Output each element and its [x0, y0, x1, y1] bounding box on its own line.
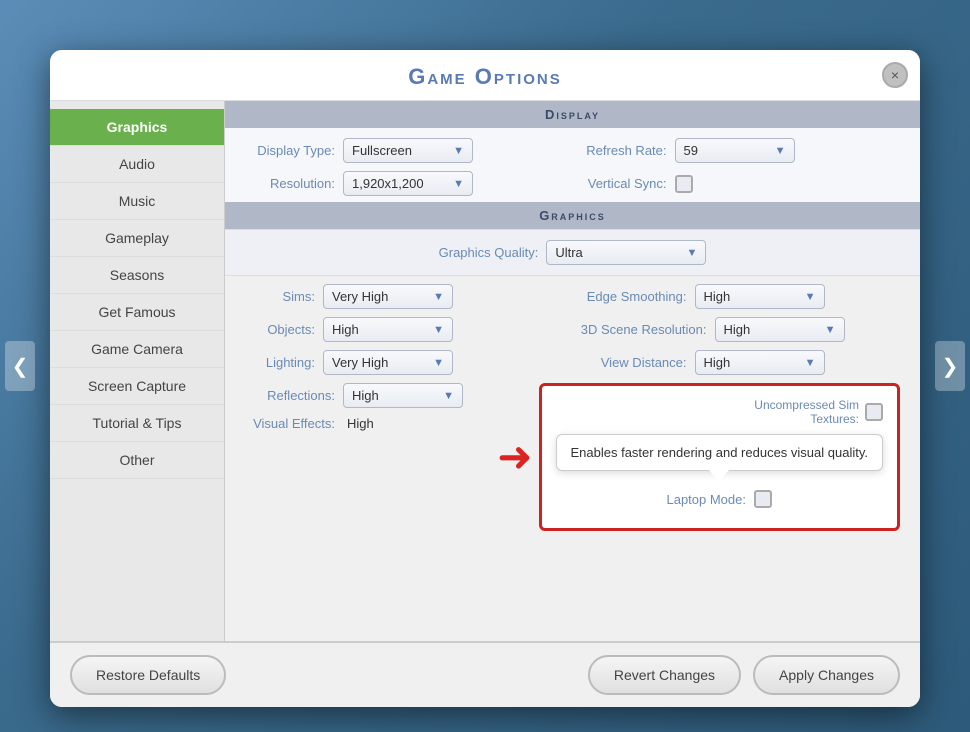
sidebar-item-tutorial-tips[interactable]: Tutorial & Tips [50, 405, 224, 442]
scene-resolution-label: 3D Scene Resolution: [577, 322, 707, 337]
apply-changes-button[interactable]: Apply Changes [753, 655, 900, 695]
reflections-dropdown[interactable]: High ▼ [343, 383, 463, 408]
reflections-setting: Reflections: High ▼ [245, 383, 487, 408]
restore-defaults-button[interactable]: Restore Defaults [70, 655, 226, 695]
dropdown-arrow-icon: ▼ [825, 324, 836, 336]
display-type-dropdown[interactable]: Fullscreen ▼ [343, 138, 473, 163]
objects-dropdown[interactable]: High ▼ [323, 317, 453, 342]
graphics-quality-row: Graphics Quality: Ultra ▼ [225, 229, 920, 276]
visual-effects-value: High [343, 416, 374, 431]
close-button[interactable]: × [882, 62, 908, 88]
red-arrow-icon: ➜ [497, 436, 532, 478]
graphics-quality-dropdown[interactable]: Ultra ▼ [546, 240, 706, 265]
sims-dropdown[interactable]: Very High ▼ [323, 284, 453, 309]
view-distance-dropdown[interactable]: High ▼ [695, 350, 825, 375]
sidebar-item-game-camera[interactable]: Game Camera [50, 331, 224, 368]
display-type-label: Display Type: [245, 143, 335, 158]
lighting-dropdown[interactable]: Very High ▼ [323, 350, 453, 375]
tooltip-arrow [556, 471, 884, 482]
dropdown-arrow-icon: ▼ [453, 145, 464, 157]
edge-smoothing-dropdown[interactable]: High ▼ [695, 284, 825, 309]
uncompressed-checkbox[interactable] [865, 403, 883, 421]
display-type-setting: Display Type: Fullscreen ▼ [245, 138, 569, 163]
dialog-title: Game Options [408, 64, 562, 89]
game-options-dialog: Game Options × Graphics Audio Music Game… [50, 50, 920, 707]
graphics-settings-content: Sims: Very High ▼ Edge Smoothing: High ▼ [225, 276, 920, 535]
lighting-setting: Lighting: Very High ▼ [245, 350, 569, 375]
objects-setting: Objects: High ▼ [245, 317, 569, 342]
tooltip-text: Enables faster rendering and reduces vis… [571, 445, 869, 460]
graphics-quality-label: Graphics Quality: [439, 245, 539, 260]
visual-effects-label: Visual Effects: [245, 416, 335, 431]
dropdown-arrow-icon: ▼ [805, 291, 816, 303]
refresh-rate-setting: Refresh Rate: 59 ▼ [577, 138, 901, 163]
resolution-label: Resolution: [245, 176, 335, 191]
scene-resolution-dropdown[interactable]: High ▼ [715, 317, 845, 342]
tooltip-bubble: Enables faster rendering and reduces vis… [556, 434, 884, 471]
nav-arrow-right[interactable]: ❯ [935, 341, 965, 391]
tooltip-container: Enables faster rendering and reduces vis… [556, 434, 884, 482]
dialog-body: Graphics Audio Music Gameplay Seasons Ge… [50, 101, 920, 641]
sidebar-item-audio[interactable]: Audio [50, 146, 224, 183]
sims-setting: Sims: Very High ▼ [245, 284, 569, 309]
sidebar-item-other[interactable]: Other [50, 442, 224, 479]
vertical-sync-label: Vertical Sync: [577, 176, 667, 191]
dialog-footer: Restore Defaults Revert Changes Apply Ch… [50, 641, 920, 707]
highlight-box: Uncompressed SimTextures: Enables faster… [539, 383, 901, 531]
sidebar-item-music[interactable]: Music [50, 183, 224, 220]
reflections-label: Reflections: [245, 388, 335, 403]
revert-changes-button[interactable]: Revert Changes [588, 655, 741, 695]
dialog-header: Game Options × [50, 50, 920, 101]
dropdown-arrow-icon: ▼ [453, 178, 464, 190]
dropdown-arrow-icon: ▼ [433, 357, 444, 369]
visual-effects-setting: Visual Effects: High [245, 416, 487, 431]
display-section-header: Display [225, 101, 920, 128]
laptop-mode-label: Laptop Mode: [666, 492, 746, 507]
display-settings: Display Type: Fullscreen ▼ Refresh Rate:… [225, 128, 920, 202]
sims-label: Sims: [245, 289, 315, 304]
sidebar-item-screen-capture[interactable]: Screen Capture [50, 368, 224, 405]
nav-arrow-left[interactable]: ❮ [5, 341, 35, 391]
resolution-dropdown[interactable]: 1,920x1,200 ▼ [343, 171, 473, 196]
vertical-sync-setting: Vertical Sync: [577, 171, 901, 196]
sidebar-item-seasons[interactable]: Seasons [50, 257, 224, 294]
sidebar-item-gameplay[interactable]: Gameplay [50, 220, 224, 257]
lighting-label: Lighting: [245, 355, 315, 370]
edge-smoothing-label: Edge Smoothing: [577, 289, 687, 304]
uncompressed-label: Uncompressed SimTextures: [754, 398, 859, 426]
edge-smoothing-setting: Edge Smoothing: High ▼ [577, 284, 901, 309]
graphics-section-header: Graphics [225, 202, 920, 229]
sidebar-item-graphics[interactable]: Graphics [50, 109, 224, 146]
view-distance-setting: View Distance: High ▼ [577, 350, 901, 375]
refresh-rate-dropdown[interactable]: 59 ▼ [675, 138, 795, 163]
content-area: Display Display Type: Fullscreen ▼ R [225, 101, 920, 641]
objects-label: Objects: [245, 322, 315, 337]
resolution-setting: Resolution: 1,920x1,200 ▼ [245, 171, 569, 196]
dropdown-arrow-icon: ▼ [433, 291, 444, 303]
view-distance-label: View Distance: [577, 355, 687, 370]
dropdown-arrow-icon: ▼ [805, 357, 816, 369]
laptop-mode-checkbox[interactable] [754, 490, 772, 508]
dropdown-arrow-icon: ▼ [775, 145, 786, 157]
dropdown-arrow-icon: ▼ [686, 247, 697, 259]
sidebar: Graphics Audio Music Gameplay Seasons Ge… [50, 101, 225, 641]
uncompressed-row: Uncompressed SimTextures: [556, 398, 884, 426]
scene-resolution-setting: 3D Scene Resolution: High ▼ [577, 317, 901, 342]
sidebar-item-get-famous[interactable]: Get Famous [50, 294, 224, 331]
dropdown-arrow-icon: ▼ [433, 324, 444, 336]
dropdown-arrow-icon: ▼ [443, 390, 454, 402]
refresh-rate-label: Refresh Rate: [577, 143, 667, 158]
vertical-sync-checkbox[interactable] [675, 175, 693, 193]
right-buttons: Revert Changes Apply Changes [588, 655, 900, 695]
